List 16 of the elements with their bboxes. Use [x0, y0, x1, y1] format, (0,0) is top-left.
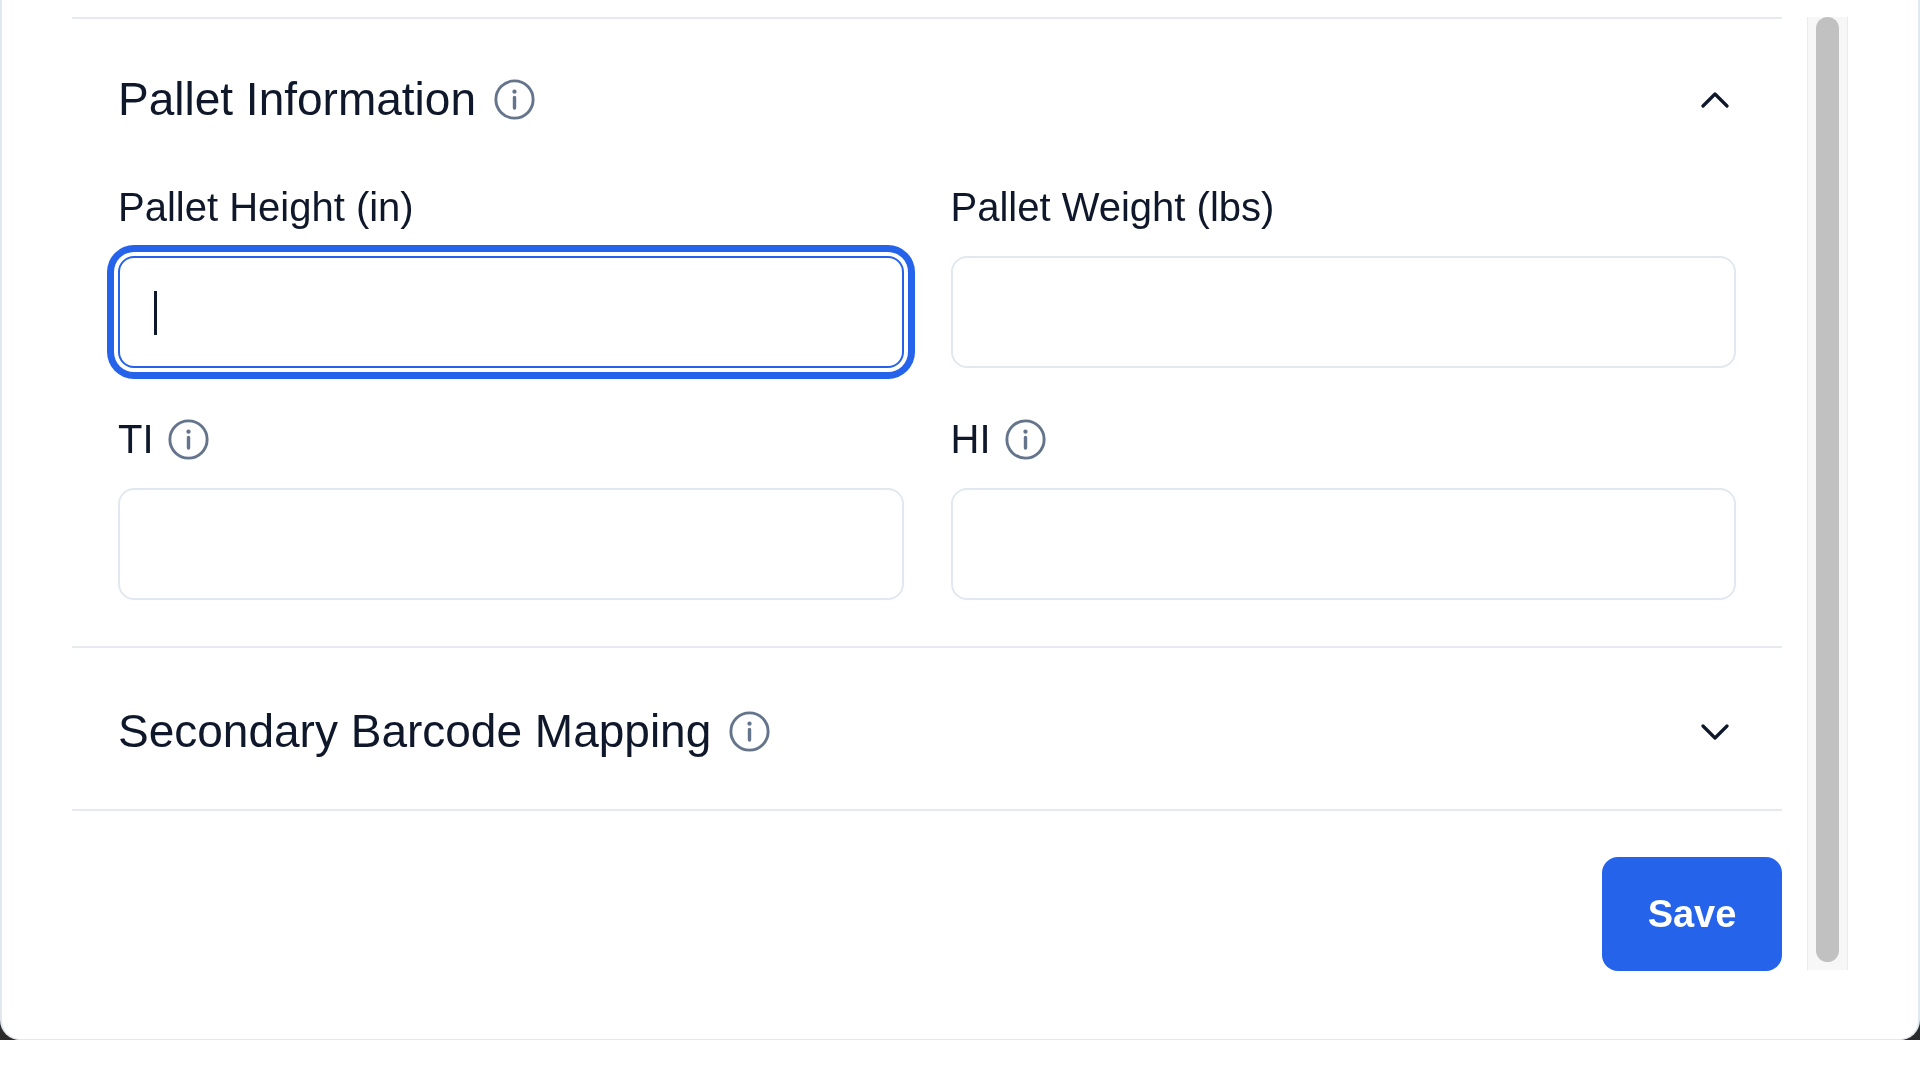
info-icon[interactable]	[1004, 418, 1046, 460]
field-label: Pallet Weight (lbs)	[950, 184, 1275, 231]
field-label: HI	[950, 416, 991, 463]
chevron-down-icon[interactable]	[1701, 723, 1729, 740]
save-button[interactable]: Save	[1602, 857, 1782, 971]
scrollbar-thumb[interactable]	[1816, 17, 1839, 962]
info-icon[interactable]	[729, 711, 771, 752]
info-icon[interactable]	[167, 418, 209, 460]
section-title: Pallet Information	[118, 72, 476, 127]
info-icon[interactable]	[493, 79, 535, 120]
field-label: Pallet Height (in)	[118, 184, 414, 231]
chevron-up-icon[interactable]	[1701, 91, 1729, 108]
section-title: Secondary Barcode Mapping	[118, 704, 712, 759]
text-cursor-icon	[154, 291, 157, 335]
field-label: TI	[118, 416, 154, 463]
input-field[interactable]	[118, 256, 904, 368]
